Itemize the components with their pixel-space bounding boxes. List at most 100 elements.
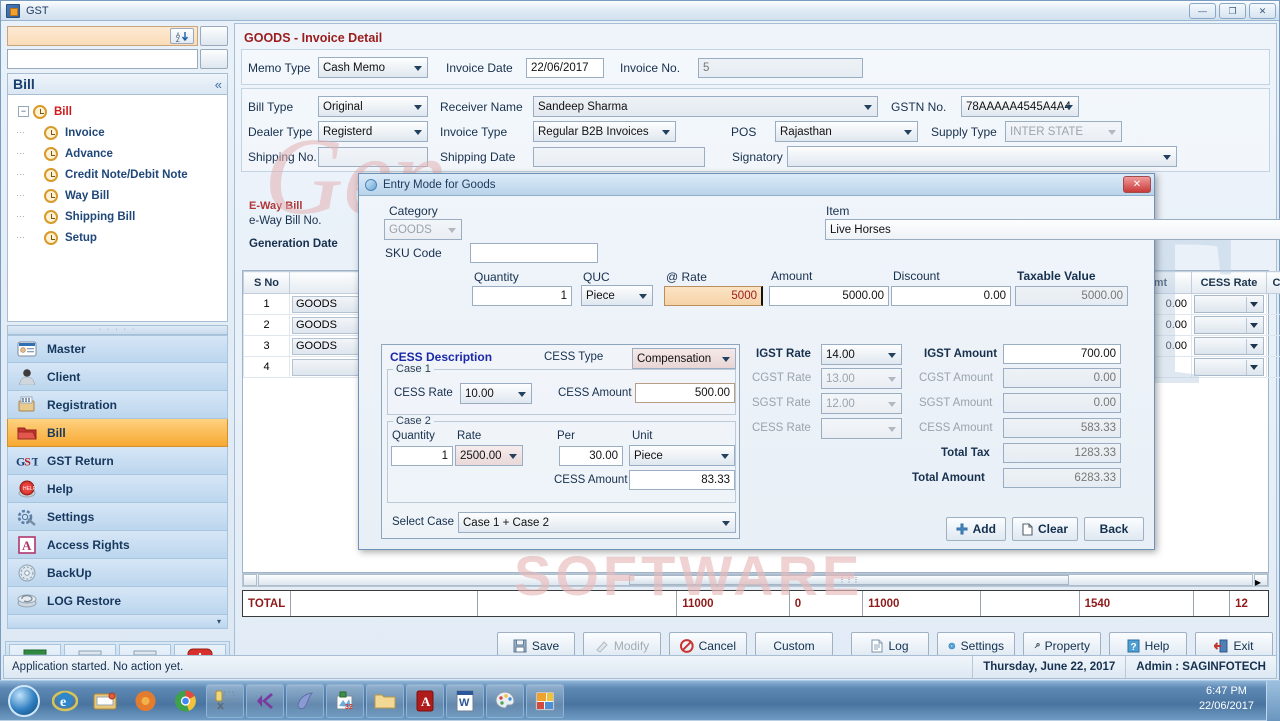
svg-text:e: e	[60, 695, 66, 710]
scroll-thumb[interactable]: ⋮⋮⋮	[629, 575, 1069, 585]
dealer-type-select[interactable]: Registerd	[318, 121, 428, 142]
paint-net-icon[interactable]: 32	[326, 684, 364, 718]
cell-cess-rate[interactable]	[1194, 295, 1264, 313]
search-input[interactable]: A Z	[7, 26, 198, 46]
explorer-folder-icon[interactable]	[86, 684, 124, 718]
case1-cess-amount-input[interactable]: 500.00	[635, 383, 735, 403]
gst-app-icon[interactable]	[526, 684, 564, 718]
sidebar-item-access-rights[interactable]: A Access Rights	[7, 531, 228, 559]
cell-cess-rate[interactable]	[1194, 316, 1264, 334]
quc-select[interactable]: Piece	[581, 285, 653, 306]
acrobat-reader-icon[interactable]: A	[406, 684, 444, 718]
cell-cess-rate[interactable]	[1194, 337, 1264, 355]
quantity-input[interactable]: 1	[472, 286, 572, 306]
filter-go-button[interactable]	[200, 49, 228, 69]
cess-type-label: CESS Type	[544, 351, 603, 363]
back-button[interactable]: Back	[1084, 517, 1144, 541]
tree-item-way-bill[interactable]: ⋯ Way Bill	[8, 185, 227, 206]
internet-explorer-icon[interactable]: e	[46, 684, 84, 718]
invoice-type-select[interactable]: Regular B2B Invoices	[533, 121, 676, 142]
tree-item-invoice[interactable]: ⋯ Invoice	[8, 122, 227, 143]
tree-item-setup[interactable]: ⋯ Setup	[8, 227, 227, 248]
help-label: Help	[1145, 639, 1170, 653]
tree-item-shipping-bill[interactable]: ⋯ Shipping Bill	[8, 206, 227, 227]
case2-cess-amount-input[interactable]: 83.33	[629, 470, 735, 490]
folder-icon[interactable]	[366, 684, 404, 718]
dealer-type-label: Dealer Type	[248, 125, 318, 139]
add-button[interactable]: Add	[946, 517, 1006, 541]
item-label: Item	[826, 204, 849, 218]
case2-rate-select[interactable]: 2500.00	[455, 445, 523, 466]
tree-item-credit-debit-note[interactable]: ⋯ Credit Note/Debit Note	[8, 164, 227, 185]
rate-input[interactable]: 5000	[664, 286, 763, 306]
add-label: Add	[973, 522, 996, 536]
gstn-no-select[interactable]: 78AAAAA4545A4A4	[961, 96, 1079, 117]
snipping-tool-icon[interactable]	[206, 684, 244, 718]
chevron-down-icon	[1246, 360, 1261, 375]
sql-server-icon[interactable]	[286, 684, 324, 718]
start-button[interactable]	[3, 684, 45, 718]
paint-icon[interactable]	[486, 684, 524, 718]
save-label: Save	[532, 639, 559, 653]
rate-label: @ Rate	[666, 270, 707, 284]
shipping-date-input[interactable]	[533, 147, 705, 167]
sidebar-item-registration[interactable]: Registration	[7, 391, 228, 419]
word-icon[interactable]: W	[446, 684, 484, 718]
visual-studio-icon[interactable]	[246, 684, 284, 718]
cell-cess-rate[interactable]	[1194, 358, 1264, 376]
show-desktop-button[interactable]	[1266, 681, 1280, 721]
pos-select[interactable]: Rajasthan	[775, 121, 918, 142]
igst-amount-input[interactable]: 700.00	[1003, 344, 1121, 364]
sidebar-more-button[interactable]: ▾	[7, 615, 228, 629]
case1-cess-rate-select[interactable]: 10.00	[460, 383, 532, 404]
tree-item-advance[interactable]: ⋯ Advance	[8, 143, 227, 164]
expander-icon[interactable]: −	[18, 106, 29, 117]
clear-button[interactable]: Clear	[1012, 517, 1078, 541]
receiver-name-select[interactable]: Sandeep Sharma	[533, 96, 878, 117]
sidebar-item-settings[interactable]: Settings	[7, 503, 228, 531]
firefox-icon[interactable]	[126, 684, 164, 718]
grid-horizontal-scrollbar[interactable]: ⋮⋮⋮ ▸	[242, 573, 1269, 587]
sidebar-item-master[interactable]: Master	[7, 335, 228, 363]
cess-type-select[interactable]: Compensation	[632, 348, 736, 369]
sidebar-item-gst-return[interactable]: GST GST Return	[7, 447, 228, 475]
taskbar-clock[interactable]: 6:47 PM 22/06/2017	[1199, 684, 1254, 714]
maximize-button[interactable]: ❐	[1219, 3, 1246, 19]
sidebar-item-client[interactable]: Client	[7, 363, 228, 391]
sku-code-input[interactable]	[470, 243, 598, 263]
scroll-right-button[interactable]: ▸	[1254, 574, 1268, 586]
close-button[interactable]: ✕	[1249, 3, 1276, 19]
total-blank	[981, 591, 1080, 616]
amount-input[interactable]: 5000.00	[769, 286, 889, 306]
select-case-select[interactable]: Case 1 + Case 2	[458, 512, 736, 533]
discount-input[interactable]: 0.00	[891, 286, 1011, 306]
sidebar-item-log-restore[interactable]: LOG Restore	[7, 587, 228, 615]
igst-rate-select[interactable]: 14.00	[821, 344, 902, 365]
item-select[interactable]: Live Horses	[825, 219, 1280, 240]
search-go-button[interactable]	[200, 26, 228, 46]
minimize-button[interactable]: —	[1189, 3, 1216, 19]
invoice-no-input[interactable]: 5	[698, 58, 863, 78]
filter-input[interactable]	[7, 49, 198, 69]
sort-icon[interactable]: A Z	[170, 28, 194, 44]
chrome-icon[interactable]	[166, 684, 204, 718]
sidebar-item-backup[interactable]: BackUp	[7, 559, 228, 587]
shipping-no-input[interactable]	[318, 147, 428, 167]
sidebar-item-bill[interactable]: Bill	[7, 419, 228, 447]
signatory-select[interactable]	[787, 146, 1177, 167]
svg-text:A: A	[22, 538, 32, 553]
cess-description-title: CESS Description	[390, 350, 492, 364]
sidebar-item-help[interactable]: HELP Help	[7, 475, 228, 503]
case2-quantity-input[interactable]: 1	[391, 446, 453, 466]
scroll-left-button[interactable]	[243, 574, 257, 586]
scroll-track[interactable]: ⋮⋮⋮	[258, 574, 1253, 586]
case2-per-input[interactable]: 30.00	[559, 446, 623, 466]
bill-type-select[interactable]: Original	[318, 96, 428, 117]
dialog-close-button[interactable]: ✕	[1123, 176, 1151, 193]
tree-node-bill[interactable]: − Bill	[8, 101, 227, 122]
collapse-icon[interactable]: «	[215, 77, 222, 92]
sidebar-splitter[interactable]: · · · · ·	[7, 325, 228, 335]
memo-type-select[interactable]: Cash Memo	[318, 57, 428, 78]
invoice-date-input[interactable]: 22/06/2017	[526, 58, 604, 78]
case2-unit-select[interactable]: Piece	[629, 445, 735, 466]
